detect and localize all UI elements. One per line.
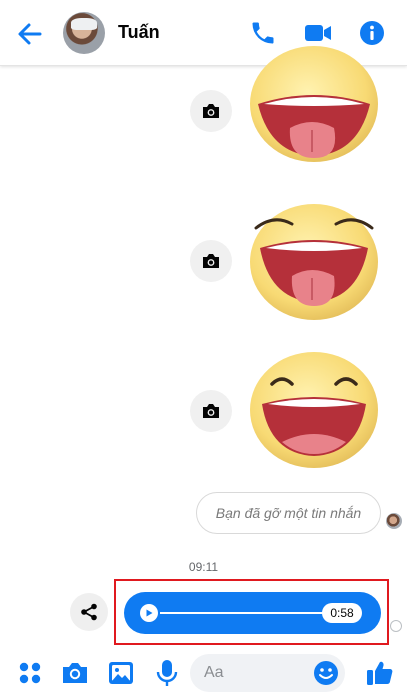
more-options-icon[interactable] (15, 658, 45, 688)
voice-message[interactable]: 0:58 (124, 592, 381, 634)
contact-name[interactable]: Tuấn (118, 22, 160, 43)
audio-duration: 0:58 (322, 603, 362, 623)
camera-icon[interactable] (190, 90, 232, 132)
laughing-tongue-emoji[interactable] (248, 46, 380, 166)
sent-status-icon (390, 620, 402, 632)
info-icon[interactable] (358, 19, 386, 47)
camera-icon[interactable] (60, 658, 90, 688)
removed-message-bubble: Bạn đã gỡ một tin nhắn (196, 492, 381, 534)
audio-progress-track[interactable] (160, 612, 338, 614)
composer-bar (0, 648, 407, 700)
camera-icon[interactable] (190, 240, 232, 282)
microphone-icon[interactable] (152, 658, 182, 688)
thumbs-up-icon[interactable] (364, 658, 394, 688)
laughing-emoji[interactable] (248, 350, 380, 470)
contact-avatar[interactable] (63, 12, 105, 54)
gallery-icon[interactable] (106, 658, 136, 688)
message-timestamp: 09:11 (188, 560, 219, 574)
laughing-tongue-emoji[interactable] (248, 202, 380, 322)
video-camera-icon[interactable] (303, 19, 331, 47)
camera-icon[interactable] (190, 390, 232, 432)
emoji-icon[interactable] (313, 660, 339, 686)
play-icon[interactable] (140, 604, 158, 622)
back-arrow-icon[interactable] (14, 18, 46, 50)
read-receipt-avatar (386, 513, 402, 529)
phone-icon[interactable] (249, 19, 277, 47)
share-icon[interactable] (70, 593, 108, 631)
